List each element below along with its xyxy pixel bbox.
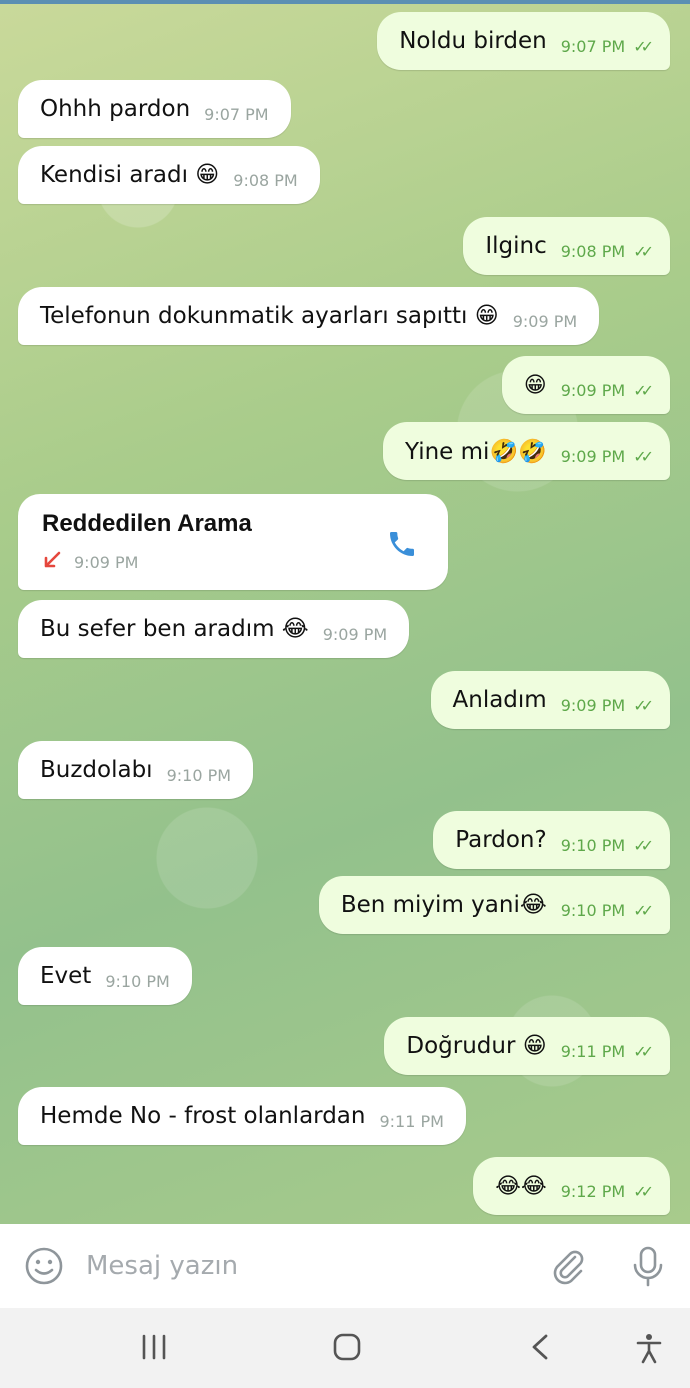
call-time: 9:09 PM: [74, 553, 139, 572]
read-ticks-icon: ✓✓: [633, 1041, 654, 1061]
message-time: 9:11 PM: [379, 1111, 444, 1131]
message-time: 9:10 PM: [560, 835, 626, 855]
message-time: 9:09 PM: [322, 624, 388, 644]
message-text: 😂😂: [495, 1173, 547, 1199]
message-text: Pardon?: [455, 827, 547, 853]
recent-apps-icon[interactable]: [140, 1332, 168, 1366]
message-text: Bu sefer ben aradım 😂: [40, 616, 309, 642]
read-ticks-icon: ✓✓: [633, 36, 654, 56]
message-input-bar: Mesaj yazın: [0, 1224, 690, 1308]
message-bubble-incoming[interactable]: Hemde No - frost olanlardan 9:11 PM: [18, 1087, 466, 1145]
message-text: Ilginc: [485, 233, 547, 259]
message-time: 9:11 PM: [560, 1041, 626, 1061]
message-bubble-outgoing[interactable]: Doğrudur 😁 9:11 PM ✓✓: [384, 1017, 670, 1075]
message-bubble-outgoing[interactable]: 😁 9:09 PM ✓✓: [501, 356, 670, 414]
message-bubble-incoming[interactable]: Bu sefer ben aradım 😂 9:09 PM: [18, 600, 410, 658]
read-ticks-icon: ✓✓: [633, 1181, 654, 1201]
message-time: 9:09 PM: [560, 446, 626, 466]
read-ticks-icon: ✓✓: [633, 900, 654, 920]
back-icon[interactable]: [528, 1332, 552, 1366]
declined-call-bubble[interactable]: Reddedilen Arama 9:09 PM: [18, 494, 448, 590]
system-nav-bar: [0, 1308, 690, 1388]
message-time: 9:07 PM: [204, 104, 269, 124]
read-ticks-icon: ✓✓: [633, 695, 654, 715]
accessibility-icon[interactable]: [634, 1332, 664, 1368]
message-text: Doğrudur 😁: [406, 1033, 547, 1059]
message-bubble-incoming[interactable]: Ohhh pardon 9:07 PM: [18, 80, 291, 138]
message-text: Noldu birden: [399, 28, 547, 54]
read-ticks-icon: ✓✓: [633, 241, 654, 261]
read-ticks-icon: ✓✓: [633, 835, 654, 855]
home-icon[interactable]: [332, 1332, 362, 1366]
message-bubble-incoming[interactable]: Telefonun dokunmatik ayarları sapıttı 😁 …: [18, 287, 600, 345]
message-text: Evet: [40, 963, 92, 989]
message-time: 9:09 PM: [560, 695, 626, 715]
call-title: Reddedilen Arama: [42, 510, 252, 537]
read-ticks-icon: ✓✓: [633, 380, 654, 400]
message-bubble-outgoing[interactable]: 😂😂 9:12 PM ✓✓: [473, 1157, 670, 1215]
message-time: 9:10 PM: [166, 765, 232, 785]
message-text: Ben miyim yani😂: [340, 892, 547, 918]
missed-call-arrow-icon: [42, 550, 62, 575]
message-time: 9:10 PM: [560, 900, 626, 920]
message-bubble-outgoing[interactable]: Pardon? 9:10 PM ✓✓: [433, 811, 670, 869]
message-bubble-incoming[interactable]: Kendisi aradı 😁 9:08 PM: [18, 146, 320, 204]
message-time: 9:09 PM: [560, 380, 626, 400]
message-text: Ohhh pardon: [40, 96, 191, 122]
read-ticks-icon: ✓✓: [633, 446, 654, 466]
message-text: Anladım: [452, 687, 547, 713]
message-time: 9:08 PM: [233, 170, 298, 190]
emoji-icon[interactable]: [24, 1246, 64, 1290]
microphone-icon[interactable]: [628, 1244, 668, 1292]
message-text: Hemde No - frost olanlardan: [40, 1103, 366, 1129]
message-bubble-outgoing[interactable]: Yine mi🤣🤣 9:09 PM ✓✓: [382, 422, 670, 480]
message-bubble-outgoing[interactable]: Ilginc 9:08 PM ✓✓: [463, 217, 670, 275]
message-bubble-incoming[interactable]: Buzdolabı 9:10 PM: [18, 741, 254, 799]
chat-area[interactable]: Noldu birden 9:07 PM ✓✓ Ohhh pardon 9:07…: [0, 4, 690, 1224]
attach-icon[interactable]: [548, 1246, 588, 1290]
message-time: 9:07 PM: [560, 36, 626, 56]
message-bubble-incoming[interactable]: Evet 9:10 PM: [18, 947, 192, 1005]
message-time: 9:09 PM: [512, 311, 578, 331]
message-bubble-outgoing[interactable]: Noldu birden 9:07 PM ✓✓: [377, 12, 670, 70]
message-time: 9:10 PM: [105, 971, 170, 991]
message-text: Buzdolabı: [40, 757, 153, 783]
message-text: 😁: [523, 372, 547, 398]
message-time: 9:12 PM: [560, 1181, 626, 1201]
message-bubble-outgoing[interactable]: Anladım 9:09 PM ✓✓: [430, 671, 670, 729]
message-input[interactable]: Mesaj yazın: [86, 1251, 238, 1281]
message-time: 9:08 PM: [560, 241, 626, 261]
phone-icon[interactable]: [386, 528, 418, 564]
message-bubble-outgoing[interactable]: Ben miyim yani😂 9:10 PM ✓✓: [318, 876, 670, 934]
message-text: Kendisi aradı 😁: [40, 162, 220, 188]
message-text: Yine mi🤣🤣: [404, 438, 547, 465]
message-text: Telefonun dokunmatik ayarları sapıttı 😁: [40, 303, 499, 329]
